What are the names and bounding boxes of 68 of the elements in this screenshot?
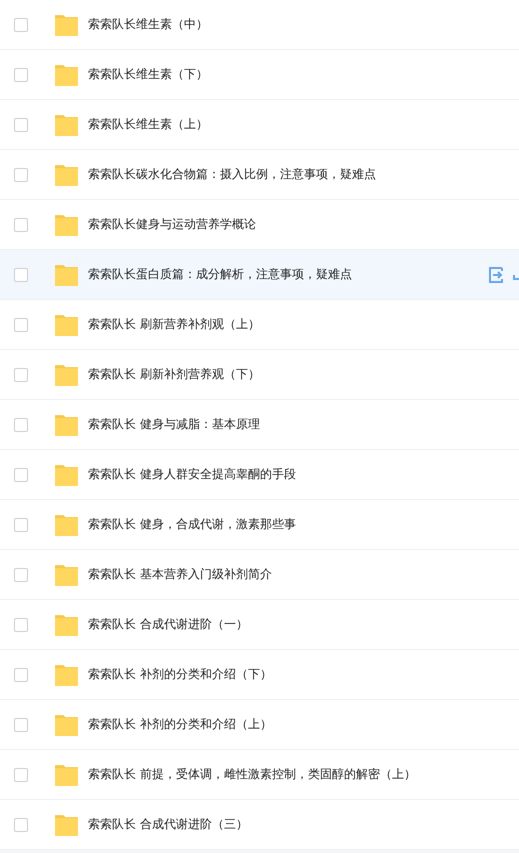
file-row[interactable]: 索索队长维生素（上） <box>0 100 519 150</box>
folder-icon <box>55 164 78 186</box>
checkbox[interactable] <box>14 318 28 332</box>
file-name[interactable]: 索索队长蛋白质篇：成分解析，注意事项，疑难点 <box>88 266 352 283</box>
file-name[interactable]: 索索队长 合成代谢进阶（三） <box>88 816 248 833</box>
folder-icon <box>55 614 78 636</box>
file-row[interactable]: 索索队长 健身，合成代谢，激素那些事 <box>0 500 519 550</box>
file-name[interactable]: 索索队长健身与运动营养学概论 <box>88 216 256 233</box>
folder-icon <box>55 464 78 486</box>
folder-icon <box>55 714 78 736</box>
file-name[interactable]: 索索队长 刷新营养补剂观（上） <box>88 316 260 333</box>
file-name[interactable]: 索索队长 前提，受体调，雌性激素控制，类固醇的解密（上） <box>88 766 416 783</box>
file-row[interactable]: 索索队长 补剂的分类和介绍（上） <box>0 700 519 750</box>
checkbox[interactable] <box>14 518 28 532</box>
checkbox[interactable] <box>14 718 28 732</box>
folder-icon <box>55 64 78 86</box>
file-name[interactable]: 索索队长碳水化合物篇：摄入比例，注意事项，疑难点 <box>88 166 376 183</box>
file-name[interactable]: 索索队长维生素（中） <box>88 16 208 33</box>
checkbox[interactable] <box>14 818 28 832</box>
folder-icon <box>55 414 78 436</box>
folder-icon <box>55 564 78 586</box>
file-row[interactable]: 索索队长 前提，受体调，雌性激素控制，类固醇的解密（上） <box>0 750 519 800</box>
checkbox[interactable] <box>14 168 28 182</box>
file-name[interactable]: 索索队长 补剂的分类和介绍（下） <box>88 666 272 683</box>
file-name[interactable]: 索索队长 刷新补剂营养观（下） <box>88 366 260 383</box>
folder-icon <box>55 314 78 336</box>
checkbox[interactable] <box>14 268 28 282</box>
checkbox[interactable] <box>14 568 28 582</box>
checkbox[interactable] <box>14 368 28 382</box>
file-row[interactable]: 索索队长 基本营养入门级补剂简介 <box>0 550 519 600</box>
folder-icon <box>55 264 78 286</box>
checkbox[interactable] <box>14 418 28 432</box>
file-row[interactable]: 索索队长 合成代谢进阶（三） <box>0 800 519 850</box>
checkbox[interactable] <box>14 618 28 632</box>
folder-icon <box>55 814 78 836</box>
folder-icon <box>55 364 78 386</box>
file-row[interactable]: 索索队长 合成代谢进阶（一） <box>0 600 519 650</box>
share-icon[interactable] <box>489 267 505 283</box>
folder-icon <box>55 114 78 136</box>
folder-icon <box>55 214 78 236</box>
file-row[interactable]: 索索队长碳水化合物篇：摄入比例，注意事项，疑难点 <box>0 150 519 200</box>
folder-icon <box>55 514 78 536</box>
file-name[interactable]: 索索队长 健身与减脂：基本原理 <box>88 416 260 433</box>
file-name[interactable]: 索索队长 合成代谢进阶（一） <box>88 616 248 633</box>
file-row[interactable]: 索索队长维生素（中） <box>0 0 519 50</box>
file-row[interactable]: 索索队长 刷新补剂营养观（下） <box>0 350 519 400</box>
folder-icon <box>55 14 78 36</box>
folder-icon <box>55 764 78 786</box>
file-name[interactable]: 索索队长 补剂的分类和介绍（上） <box>88 716 272 733</box>
file-row[interactable]: 索索队长 健身人群安全提高睾酮的手段 <box>0 450 519 500</box>
folder-icon <box>55 664 78 686</box>
checkbox[interactable] <box>14 768 28 782</box>
checkbox[interactable] <box>14 218 28 232</box>
checkbox[interactable] <box>14 118 28 132</box>
file-name[interactable]: 索索队长维生素（下） <box>88 66 208 83</box>
checkbox[interactable] <box>14 468 28 482</box>
file-name[interactable]: 索索队长 基本营养入门级补剂简介 <box>88 566 272 583</box>
file-row[interactable]: 索索队长 健身与减脂：基本原理 <box>0 400 519 450</box>
file-row[interactable]: 索索队长 补剂的分类和介绍（下） <box>0 650 519 700</box>
checkbox[interactable] <box>14 68 28 82</box>
file-row[interactable]: 索索队长蛋白质篇：成分解析，注意事项，疑难点 <box>0 250 519 300</box>
file-row[interactable]: 索索队长 刷新营养补剂观（上） <box>0 300 519 350</box>
checkbox[interactable] <box>14 18 28 32</box>
file-name[interactable]: 索索队长 健身，合成代谢，激素那些事 <box>88 516 296 533</box>
file-name[interactable]: 索索队长 健身人群安全提高睾酮的手段 <box>88 466 296 483</box>
checkbox[interactable] <box>14 668 28 682</box>
file-row[interactable]: 索索队长维生素（下） <box>0 50 519 100</box>
file-name[interactable]: 索索队长维生素（上） <box>88 116 208 133</box>
